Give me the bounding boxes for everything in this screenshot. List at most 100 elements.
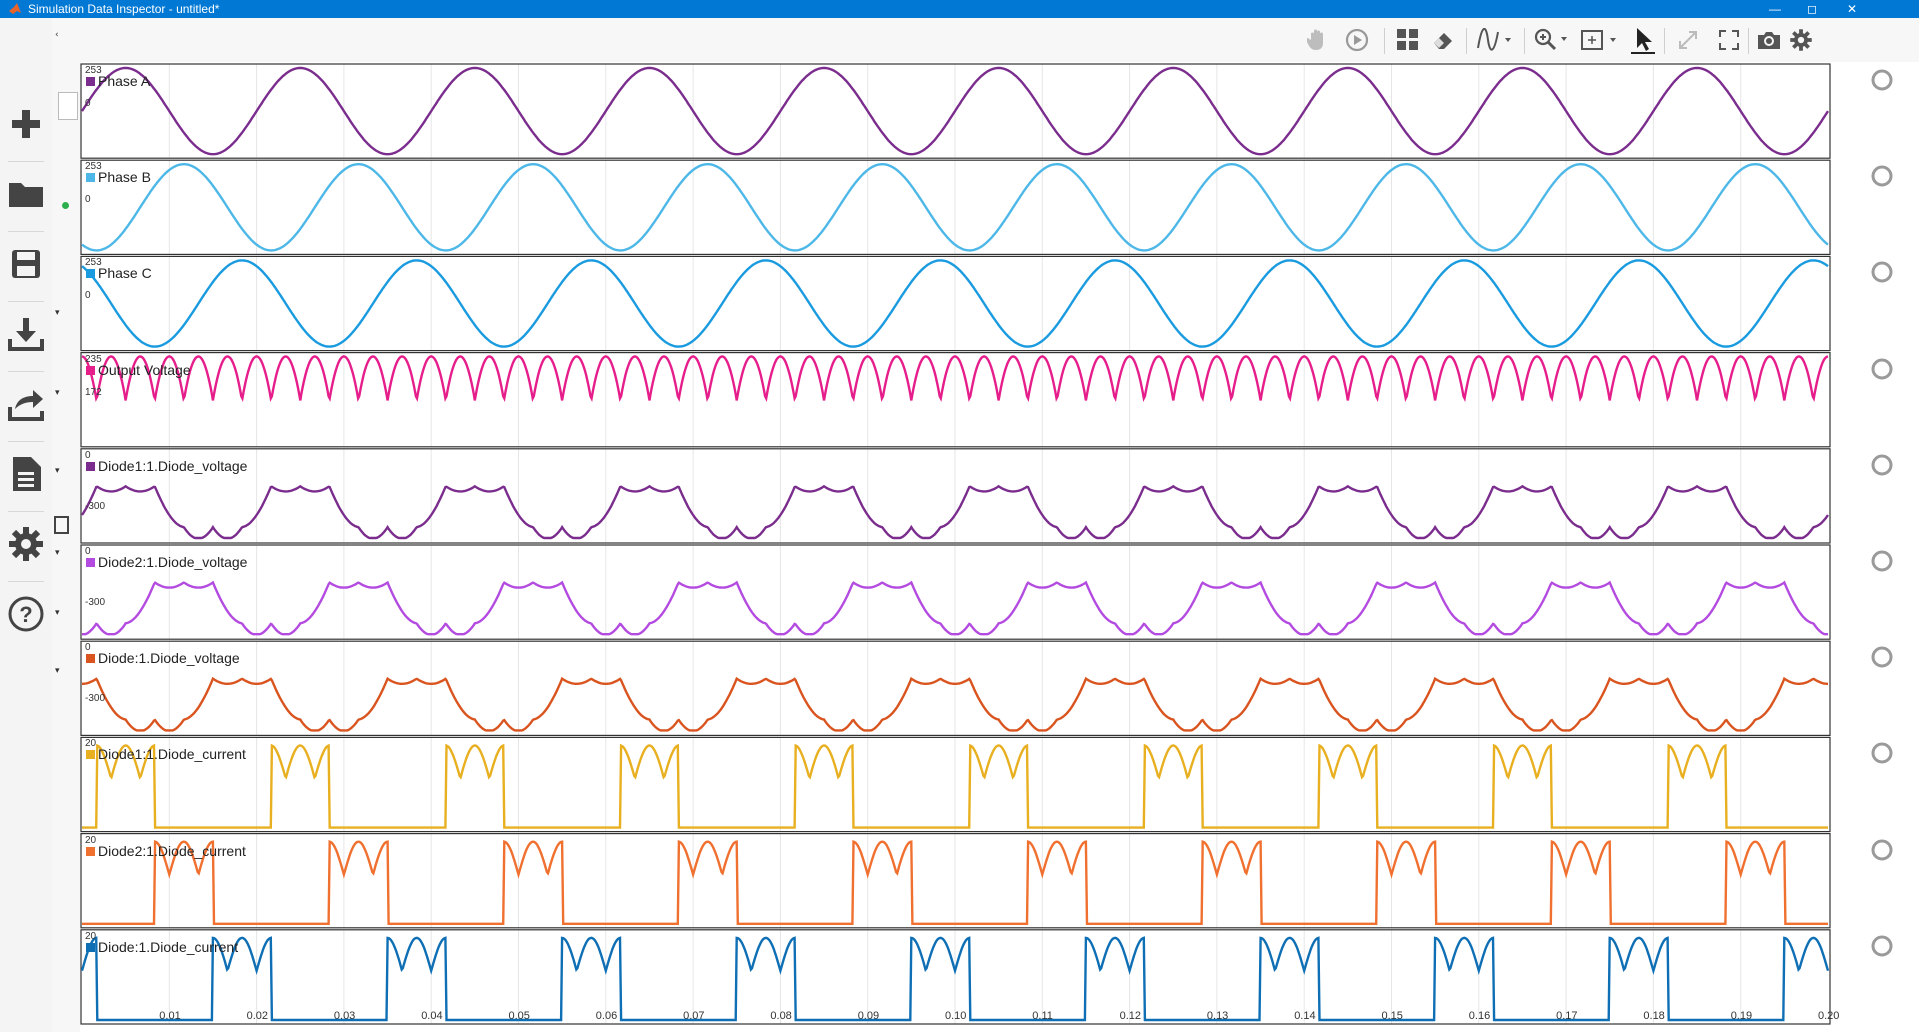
signal-style-icon[interactable] (1476, 26, 1516, 54)
svg-text:?: ? (19, 602, 32, 627)
legend-swatch (86, 461, 95, 471)
chevron-down-icon[interactable]: ▾ (55, 548, 60, 558)
close-icon[interactable]: ✕ (1832, 0, 1872, 18)
y-tick-label: 20 (85, 834, 97, 846)
cursor-toggle-icon[interactable] (1870, 68, 1894, 92)
help-icon[interactable]: ? (4, 590, 48, 638)
chevron-down-icon[interactable]: ▾ (55, 608, 60, 618)
x-tick-label: 0.15 (1381, 1010, 1403, 1022)
fit-to-view-icon[interactable] (1580, 26, 1622, 54)
x-tick-label: 0.20 (1818, 1010, 1840, 1022)
toolbar-settings-icon[interactable] (1788, 26, 1814, 54)
legend-swatch (86, 654, 95, 664)
plot-name: Phase B (98, 169, 151, 186)
plot-panel[interactable] (80, 736, 1831, 833)
select-cursor-icon[interactable] (1628, 26, 1658, 54)
download-icon[interactable] (4, 310, 48, 358)
x-tick-label: 0.18 (1643, 1010, 1665, 1022)
add-icon[interactable] (4, 100, 48, 148)
plot-legend-label: Diode1:1.Diode_current (86, 746, 246, 762)
chevron-down-icon[interactable]: ▾ (55, 308, 60, 318)
cursor-toggle-icon[interactable] (1870, 453, 1894, 477)
cursor-toggle-icon[interactable] (1870, 645, 1894, 669)
cursor-toggle-icon[interactable] (1870, 741, 1894, 765)
plot-name: Diode1:1.Diode_current (98, 746, 246, 763)
plot-legend-label: Diode2:1.Diode_current (86, 843, 246, 859)
status-dot-icon (62, 202, 69, 209)
plot-panel[interactable] (80, 159, 1831, 255)
y-tick-label: -300 (85, 597, 106, 608)
x-tick-label: 0.07 (683, 1010, 705, 1022)
chevron-down-icon[interactable]: ▾ (55, 466, 60, 476)
x-tick-label: 0.06 (595, 1010, 618, 1022)
x-tick-label: 0.09 (857, 1010, 880, 1022)
x-tick-label: 0.03 (333, 1010, 356, 1022)
y-tick-label: 235 (85, 353, 102, 365)
legend-swatch (86, 173, 95, 183)
save-icon[interactable] (4, 240, 48, 288)
layout-grid-icon[interactable] (1395, 26, 1421, 54)
snapshot-camera-icon[interactable] (1755, 26, 1783, 54)
legend-swatch (86, 269, 95, 279)
y-tick-label: 20 (85, 930, 97, 942)
x-tick-label: 0.13 (1206, 1010, 1229, 1022)
chevron-down-icon[interactable]: ▾ (55, 388, 60, 398)
cursor-toggle-icon[interactable] (1870, 549, 1894, 573)
cursor-toggle-icon[interactable] (1870, 838, 1894, 862)
y-tick-label: -300 (85, 693, 106, 705)
y-tick-label: 0 (85, 642, 91, 654)
chevron-left-icon[interactable]: ‹ (55, 30, 59, 40)
plot-name: Diode2:1.Diode_current (98, 842, 246, 859)
plot-name: Diode1:1.Diode_voltage (98, 457, 248, 474)
plot-panel[interactable] (80, 544, 1831, 640)
x-tick-label: 0.17 (1556, 1010, 1578, 1022)
cursor-toggle-icon[interactable] (1870, 164, 1894, 188)
cursor-toggle-icon[interactable] (1870, 934, 1894, 958)
chevron-down-icon[interactable]: ▾ (55, 666, 60, 676)
cursor-toggle-icon[interactable] (1870, 357, 1894, 381)
plots-svg[interactable] (80, 62, 1919, 1032)
pan-hand-icon[interactable] (1305, 26, 1331, 54)
x-tick-label: 0.16 (1468, 1010, 1491, 1022)
folder-open-icon[interactable] (4, 170, 48, 218)
plot-panel[interactable] (80, 832, 1831, 929)
report-icon[interactable] (4, 450, 48, 498)
plot-panel[interactable] (80, 63, 1831, 159)
plot-panel[interactable] (80, 640, 1831, 737)
zoom-in-icon[interactable] (1533, 26, 1573, 54)
plot-legend-label: Diode2:1.Diode_voltage (86, 554, 247, 570)
y-tick-label: 0 (85, 546, 91, 557)
left-toolbar: ? (0, 18, 53, 1032)
share-icon[interactable] (4, 380, 48, 428)
y-tick-label: -300 (85, 500, 106, 512)
x-tick-label: 0.12 (1119, 1010, 1142, 1022)
minimize-icon[interactable]: — (1755, 0, 1795, 18)
eraser-icon[interactable] (1430, 26, 1456, 54)
y-tick-label: 253 (85, 65, 102, 76)
settings-icon[interactable] (4, 520, 48, 568)
plot-panel[interactable] (80, 448, 1831, 544)
cursor-toggle-icon[interactable] (1870, 260, 1894, 284)
plot-name: Diode:1.Diode_current (98, 938, 239, 955)
fullscreen-icon[interactable] (1716, 26, 1742, 54)
plot-panel[interactable] (80, 352, 1831, 448)
collapsed-side-pane[interactable]: ‹ ▾ ▾ ▾ ▾ ▾ ▾ (52, 18, 80, 1032)
y-tick-label: 20 (85, 738, 97, 750)
y-tick-label: 253 (85, 257, 102, 269)
panel-icon[interactable] (54, 516, 69, 534)
top-toolbar (80, 18, 1919, 62)
plot-panel[interactable] (80, 255, 1831, 352)
legend-swatch (86, 558, 95, 567)
plot-area[interactable]: Phase A 253 0 Phase B 253 0 Phase C 253 0 Output … (80, 62, 1919, 1032)
expand-icon[interactable] (1675, 26, 1701, 54)
plot-name: Phase A (98, 73, 151, 89)
y-tick-label: 172 (85, 386, 102, 398)
window-title: Simulation Data Inspector - untitled* (28, 2, 220, 16)
y-tick-label: 0 (85, 194, 91, 206)
x-tick-label: 0.02 (246, 1010, 269, 1022)
x-tick-label: 0.11 (1032, 1010, 1053, 1022)
y-tick-label: 0 (85, 98, 91, 109)
maximize-icon[interactable]: ◻ (1792, 0, 1832, 18)
title-bar: Simulation Data Inspector - untitled* — … (0, 0, 1919, 18)
replay-icon[interactable] (1343, 26, 1371, 54)
